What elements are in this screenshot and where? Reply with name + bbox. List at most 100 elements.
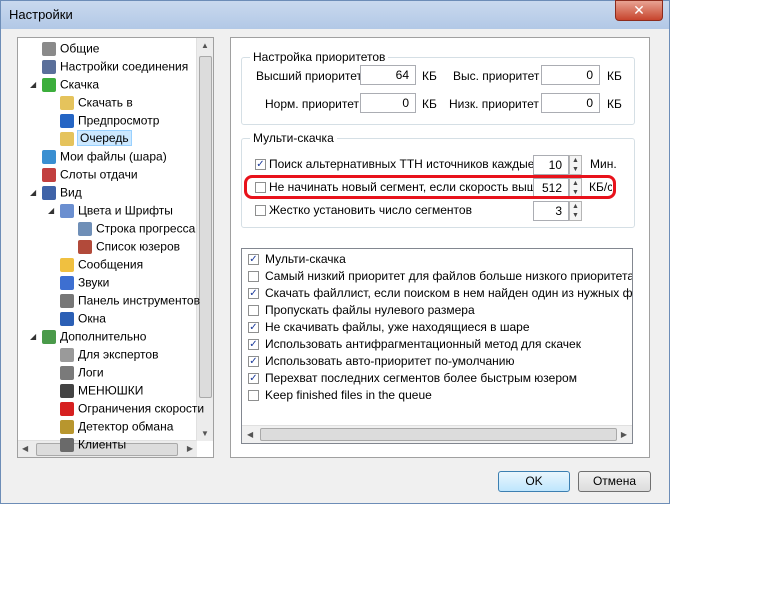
tree-item[interactable]: Детектор обмана <box>60 418 173 435</box>
tree-item-label: Детектор обмана <box>78 419 174 434</box>
search-tth-checkbox[interactable]: ✓ <box>255 159 266 170</box>
list-item[interactable]: ✓ Использовать антифрагментационный метод… <box>248 336 581 353</box>
list-item[interactable]: ✓ Не скачивать файлы, уже находящиеся в ш… <box>248 319 530 336</box>
option-label: Самый низкий приоритет для файлов больше… <box>265 269 633 283</box>
normal-priority-input[interactable]: 0 <box>360 93 416 113</box>
multi-download-group-title: Мульти-скачка <box>250 131 337 145</box>
fixed-segments-input[interactable]: 3 <box>533 201 569 221</box>
tree-item[interactable]: Строка прогресса <box>78 220 195 237</box>
scroll-down-icon[interactable]: ▼ <box>201 429 209 438</box>
search-tth-input[interactable]: 10 <box>533 155 569 175</box>
tree-item[interactable]: Скачать в <box>60 94 133 111</box>
log-icon <box>60 365 74 380</box>
tree-item[interactable]: Клиенты <box>60 436 126 453</box>
tree-item[interactable]: Очередь <box>60 130 132 147</box>
window-title: Настройки <box>9 7 73 22</box>
speed-limit-icon <box>60 401 74 416</box>
tree-item[interactable]: Настройки соединения <box>42 58 188 75</box>
tree-item-label: Общие <box>60 41 100 56</box>
tree-item[interactable]: Панель инструментов <box>60 292 200 309</box>
tree-item-label: Для экспертов <box>78 347 159 362</box>
option-checkbox[interactable]: ✓ <box>248 356 259 368</box>
tree-item-label: Слоты отдачи <box>60 167 138 182</box>
option-label: Пропускать файлы нулевого размера <box>265 303 475 317</box>
search-tth-spinner[interactable]: ▲ ▼ <box>569 155 582 175</box>
low-priority-input[interactable]: 0 <box>541 93 600 113</box>
option-checkbox[interactable]: ✓ <box>248 322 259 334</box>
list-item[interactable]: ✓ Скачать файллист, если поиском в нем на… <box>248 285 632 302</box>
tree-collapse-icon[interactable]: ◢ <box>30 80 39 89</box>
gear-icon <box>60 347 74 362</box>
message-icon <box>60 257 74 272</box>
tree-item-label: Вид <box>60 185 82 200</box>
list-item[interactable]: Самый низкий приоритет для файлов больше… <box>248 268 633 285</box>
option-checkbox[interactable] <box>248 271 259 283</box>
tree-item-label: Сообщения <box>78 257 144 272</box>
tree-item[interactable]: Цвета и Шрифты <box>60 202 173 219</box>
list-item[interactable]: ✓ Мульти-скачка <box>248 251 346 268</box>
list-item[interactable]: Пропускать файлы нулевого размера <box>248 302 475 319</box>
tree-item[interactable]: Общие <box>42 40 99 57</box>
tree-item[interactable]: Окна <box>60 310 106 327</box>
scroll-up-icon[interactable]: ▲ <box>201 41 209 50</box>
options-horizontal-scrollbar[interactable]: ◀ ▶ <box>242 425 632 443</box>
high-priority-input[interactable]: 0 <box>541 65 600 85</box>
option-checkbox[interactable]: ✓ <box>248 373 259 385</box>
progress-icon <box>78 221 92 236</box>
cancel-button[interactable]: Отмена <box>578 471 651 492</box>
tree-item[interactable]: Логи <box>60 364 104 381</box>
tree-item-label: Список юзеров <box>96 239 181 254</box>
tree-item-label: Дополнительно <box>60 329 147 344</box>
options-horizontal-thumb[interactable] <box>260 428 617 441</box>
options-list[interactable]: ◀ ▶ ✓ Мульти-скачка Самый низкий приоритет… <box>241 248 633 444</box>
tree-vertical-thumb[interactable] <box>199 56 212 398</box>
tree-item[interactable]: Сообщения <box>60 256 143 273</box>
tree-item[interactable]: Скачка <box>42 76 99 93</box>
tree-item[interactable]: Для экспертов <box>60 346 158 363</box>
settings-tree[interactable]: ▲ ▼ ◀ ▶ Общие Настройки соединения Скачка ◢… <box>17 37 214 458</box>
highest-priority-unit: КБ <box>422 69 437 83</box>
scroll-left-icon[interactable]: ◀ <box>22 444 28 453</box>
tree-item[interactable]: Звуки <box>60 274 109 291</box>
tree-collapse-icon[interactable]: ◢ <box>48 206 57 215</box>
option-checkbox[interactable]: ✓ <box>248 339 259 351</box>
search-tth-unit: Мин. <box>590 157 617 171</box>
tree-item-label: Строка прогресса <box>96 221 196 236</box>
low-priority-label: Низк. приоритет <box>449 97 539 111</box>
tree-collapse-icon[interactable]: ◢ <box>30 332 39 341</box>
option-checkbox[interactable]: ✓ <box>248 288 259 300</box>
list-item[interactable]: ✓ Использовать авто-приоритет по-умолчани… <box>248 353 514 370</box>
fixed-segments-spinner[interactable]: ▲ ▼ <box>569 201 582 221</box>
list-item[interactable]: Keep finished files in the queue <box>248 387 432 404</box>
tree-item[interactable]: Список юзеров <box>78 238 180 255</box>
tree-item[interactable]: Слоты отдачи <box>42 166 138 183</box>
highest-priority-input[interactable]: 64 <box>360 65 416 85</box>
fixed-segments-checkbox[interactable] <box>255 205 266 216</box>
users-icon <box>78 239 92 254</box>
tree-item[interactable]: МЕНЮШКИ <box>60 382 143 399</box>
tree-item-label: Цвета и Шрифты <box>78 203 173 218</box>
ok-button[interactable]: OK <box>498 471 570 492</box>
tree-item[interactable]: Ограничения скорости <box>60 400 204 417</box>
low-priority-unit: КБ <box>607 97 622 111</box>
option-checkbox[interactable] <box>248 390 259 402</box>
option-checkbox[interactable]: ✓ <box>248 254 259 266</box>
list-item[interactable]: ✓ Перехват последних сегментов более быст… <box>248 370 577 387</box>
tree-item[interactable]: Мои файлы (шара) <box>42 148 167 165</box>
tree-item[interactable]: Предпросмотр <box>60 112 159 129</box>
tree-item[interactable]: Вид <box>42 184 82 201</box>
scroll-right-icon[interactable]: ▶ <box>187 444 193 453</box>
tree-item-label: Логи <box>78 365 104 380</box>
search-tth-label: Поиск альтернативных TTH источников кажд… <box>269 157 535 171</box>
tree-item[interactable]: Дополнительно <box>42 328 146 345</box>
tree-vertical-scrollbar[interactable]: ▲ ▼ <box>196 38 213 441</box>
tree-collapse-icon[interactable]: ◢ <box>30 188 39 197</box>
tree-item-label: Предпросмотр <box>78 113 160 128</box>
lock-icon <box>60 419 74 434</box>
play-icon <box>60 113 74 128</box>
option-checkbox[interactable] <box>248 305 259 317</box>
download-arrow-icon <box>42 77 56 92</box>
scroll-left-icon[interactable]: ◀ <box>247 430 253 439</box>
close-button[interactable]: ✕ <box>615 0 663 21</box>
scroll-right-icon[interactable]: ▶ <box>621 430 627 439</box>
